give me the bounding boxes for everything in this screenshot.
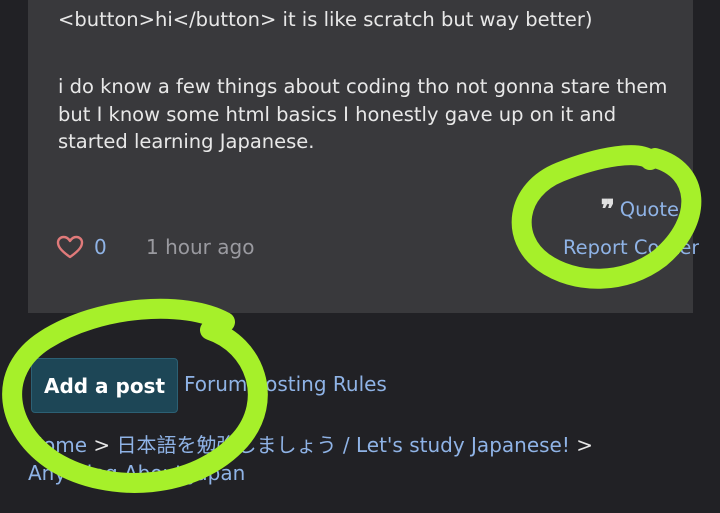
post-line: started learning Japanese. (58, 130, 315, 153)
post-line: but I know some html basics I honestly g… (58, 102, 617, 126)
like-button[interactable]: 0 (56, 235, 107, 259)
add-post-button[interactable]: Add a post (31, 358, 178, 413)
post-paragraph: i do know a few things about coding tho … (58, 73, 667, 156)
report-content-link[interactable]: Report Content (563, 236, 699, 259)
quote-icon: ❞ (600, 194, 615, 225)
breadcrumb-item-forum[interactable]: 日本語を勉強しましょう / Let's study Japanese! (117, 433, 570, 457)
post-line: i do know a few things about coding tho … (58, 75, 668, 98)
like-count: 0 (94, 235, 107, 259)
quote-label: Quote (619, 198, 679, 221)
breadcrumb-separator: > (576, 433, 593, 457)
heart-icon (56, 235, 84, 259)
breadcrumb-item-home[interactable]: Home (28, 433, 87, 457)
quote-button[interactable]: ❞ Quote (600, 194, 679, 225)
post-card: <button>hi</button> it is like scratch b… (28, 0, 699, 313)
breadcrumb-separator: > (93, 433, 111, 457)
breadcrumb: Home > 日本語を勉強しましょう / Let's study Japanes… (28, 431, 688, 487)
post-timestamp: 1 hour ago (146, 235, 255, 259)
breadcrumb-item-topic[interactable]: Anything About Japan (28, 461, 245, 485)
forum-rules-link[interactable]: Forum Posting Rules (184, 372, 387, 396)
post-paragraph: <button>hi</button> it is like scratch b… (58, 8, 593, 31)
